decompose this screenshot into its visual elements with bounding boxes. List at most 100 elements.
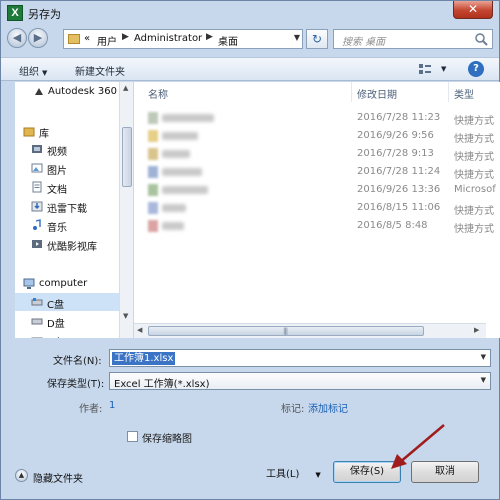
breadcrumb-separator[interactable]: ▶ [206, 32, 213, 42]
save-thumbnail-checkbox[interactable] [127, 431, 138, 442]
column-header-type[interactable]: 类型 [454, 86, 474, 101]
chevron-down-icon[interactable]: ▼ [481, 353, 486, 361]
tools-menu[interactable]: 工具(L) ▼ [266, 465, 321, 480]
file-icon [148, 166, 158, 178]
file-row[interactable]: 2016/8/15 11:06 快捷方式 [134, 199, 500, 217]
picture-icon [31, 163, 43, 173]
sidebar-item-video[interactable]: 视频 [15, 140, 119, 158]
close-button[interactable]: ✕ [453, 1, 493, 19]
sidebar-item-autodesk-360[interactable]: Autodesk 360 [15, 83, 119, 101]
sidebar-item-label: Autodesk 360 [48, 86, 117, 97]
sidebar-item-label: 优酷影视库 [47, 242, 97, 253]
file-row[interactable]: 2016/7/28 11:24 快捷方式 [134, 163, 500, 181]
drive-icon [31, 337, 43, 338]
drive-icon [31, 298, 43, 306]
chevron-down-icon[interactable]: ▼ [294, 33, 300, 42]
column-header-name[interactable]: 名称 [148, 86, 168, 101]
view-options-icon[interactable] [419, 64, 431, 75]
breadcrumb-overflow[interactable]: « [84, 33, 90, 44]
filename-input[interactable]: 工作簿1.xlsx ▼ [109, 349, 491, 367]
add-tag-link[interactable]: 添加标记 [308, 400, 348, 415]
file-name-redacted [162, 150, 190, 158]
chevron-down-icon[interactable]: ▼ [481, 376, 486, 384]
navigation-scrollbar[interactable]: ▲ ▼ [119, 82, 133, 338]
breadcrumb-separator[interactable]: ▶ [122, 32, 129, 42]
file-row[interactable]: 2016/9/26 13:36 Microsof [134, 181, 500, 199]
file-name-redacted [162, 132, 198, 140]
refresh-button[interactable]: ↻ [306, 29, 328, 49]
music-icon [33, 219, 41, 230]
file-icon [148, 130, 158, 142]
annotation-arrow-icon [391, 424, 445, 469]
chevron-down-icon: ▼ [315, 471, 321, 479]
file-type: 快捷方式 [454, 170, 494, 181]
save-as-dialog: X 另存为 ✕ ◀ ▶ « 用户 ▶ Administrator ▶ 桌面 ▼ … [0, 0, 500, 500]
sidebar-item-library[interactable]: 库 [15, 122, 119, 140]
chevron-up-icon[interactable]: ▲ [15, 469, 28, 482]
filename-value[interactable]: 工作簿1.xlsx [112, 352, 176, 365]
file-row[interactable]: 2016/9/26 9:56 快捷方式 [134, 127, 500, 145]
search-input[interactable]: 搜索 桌面 [333, 29, 493, 49]
file-icon [148, 220, 158, 232]
forward-button[interactable]: ▶ [28, 28, 48, 48]
new-folder-button[interactable]: 新建文件夹 [75, 63, 125, 78]
search-icon[interactable] [474, 32, 488, 46]
drive-icon [31, 318, 43, 325]
sidebar-item-label: computer [39, 278, 88, 289]
file-row[interactable]: 2016/8/5 8:48 快捷方式 [134, 217, 500, 235]
navigation-pane: Autodesk 360 库 视频 图片 文档 迅雷下载 音乐 优酷影视库 co… [15, 82, 119, 338]
sidebar-item-drive-d[interactable]: D盘 [15, 312, 119, 330]
sidebar-item-computer[interactable]: computer [15, 275, 119, 293]
scroll-down-icon[interactable]: ▼ [123, 312, 128, 320]
file-icon [148, 112, 158, 124]
sidebar-item-drive-e[interactable]: E盘 [15, 331, 119, 338]
file-icon [148, 202, 158, 214]
column-header-modified[interactable]: 修改日期 [357, 86, 397, 101]
scroll-right-icon[interactable]: ▶ [474, 326, 479, 334]
video-library-icon [32, 240, 42, 248]
chevron-down-icon[interactable]: ▼ [438, 63, 446, 74]
save-thumbnail-label[interactable]: 保存缩略图 [142, 430, 192, 445]
file-name-redacted [162, 186, 208, 194]
breadcrumb-desktop[interactable]: 桌面 [218, 33, 238, 48]
folder-icon [68, 34, 80, 44]
sidebar-item-youku[interactable]: 优酷影视库 [15, 235, 119, 253]
author-value[interactable]: 1 [109, 400, 115, 411]
author-label: 作者: [79, 404, 103, 415]
file-icon [148, 148, 158, 160]
sidebar-item-downloads[interactable]: 迅雷下载 [15, 197, 119, 215]
sidebar-item-drive-c[interactable]: C盘 [15, 293, 119, 311]
help-icon[interactable]: ? [468, 61, 484, 77]
title-bar: X 另存为 ✕ [1, 1, 499, 25]
organize-menu[interactable]: 组织 ▼ [19, 63, 47, 78]
download-icon [31, 201, 43, 212]
sidebar-item-label: C盘 [47, 300, 64, 311]
file-modified: 2016/8/5 8:48 [357, 220, 428, 231]
breadcrumb-administrator[interactable]: Administrator [134, 33, 202, 44]
sidebar-item-label: 迅雷下载 [47, 204, 87, 215]
filetype-select[interactable]: Excel 工作簿(*.xlsx) ▼ [109, 372, 491, 390]
hide-folders-button[interactable]: 隐藏文件夹 [33, 470, 83, 485]
file-type: 快捷方式 [454, 134, 494, 145]
sidebar-item-label: 文档 [47, 185, 67, 196]
scrollbar-thumb[interactable]: ||| [148, 326, 424, 336]
search-placeholder: 搜索 桌面 [342, 37, 386, 48]
file-type: 快捷方式 [454, 116, 494, 127]
filetype-value: Excel 工作簿(*.xlsx) [114, 379, 210, 390]
toolbar: 组织 ▼ 新建文件夹 ▼ ? [1, 57, 499, 81]
file-modified: 2016/9/26 9:56 [357, 130, 434, 141]
scrollbar-thumb[interactable] [122, 127, 132, 187]
scroll-up-icon[interactable]: ▲ [123, 84, 128, 92]
sidebar-item-documents[interactable]: 文档 [15, 178, 119, 196]
file-row[interactable]: 2016/7/28 11:23 快捷方式 [134, 109, 500, 127]
sidebar-item-music[interactable]: 音乐 [15, 216, 119, 234]
address-bar[interactable]: « 用户 ▶ Administrator ▶ 桌面 ▼ [63, 29, 303, 49]
file-row[interactable]: 2016/7/28 9:13 快捷方式 [134, 145, 500, 163]
sidebar-item-pictures[interactable]: 图片 [15, 159, 119, 177]
file-list-horizontal-scrollbar[interactable]: ◀ ||| ▶ [134, 323, 486, 338]
column-divider[interactable] [448, 82, 449, 102]
column-divider[interactable] [351, 82, 352, 102]
breadcrumb-users[interactable]: 用户 [97, 33, 117, 48]
back-button[interactable]: ◀ [7, 28, 27, 48]
scroll-left-icon[interactable]: ◀ [137, 326, 142, 334]
